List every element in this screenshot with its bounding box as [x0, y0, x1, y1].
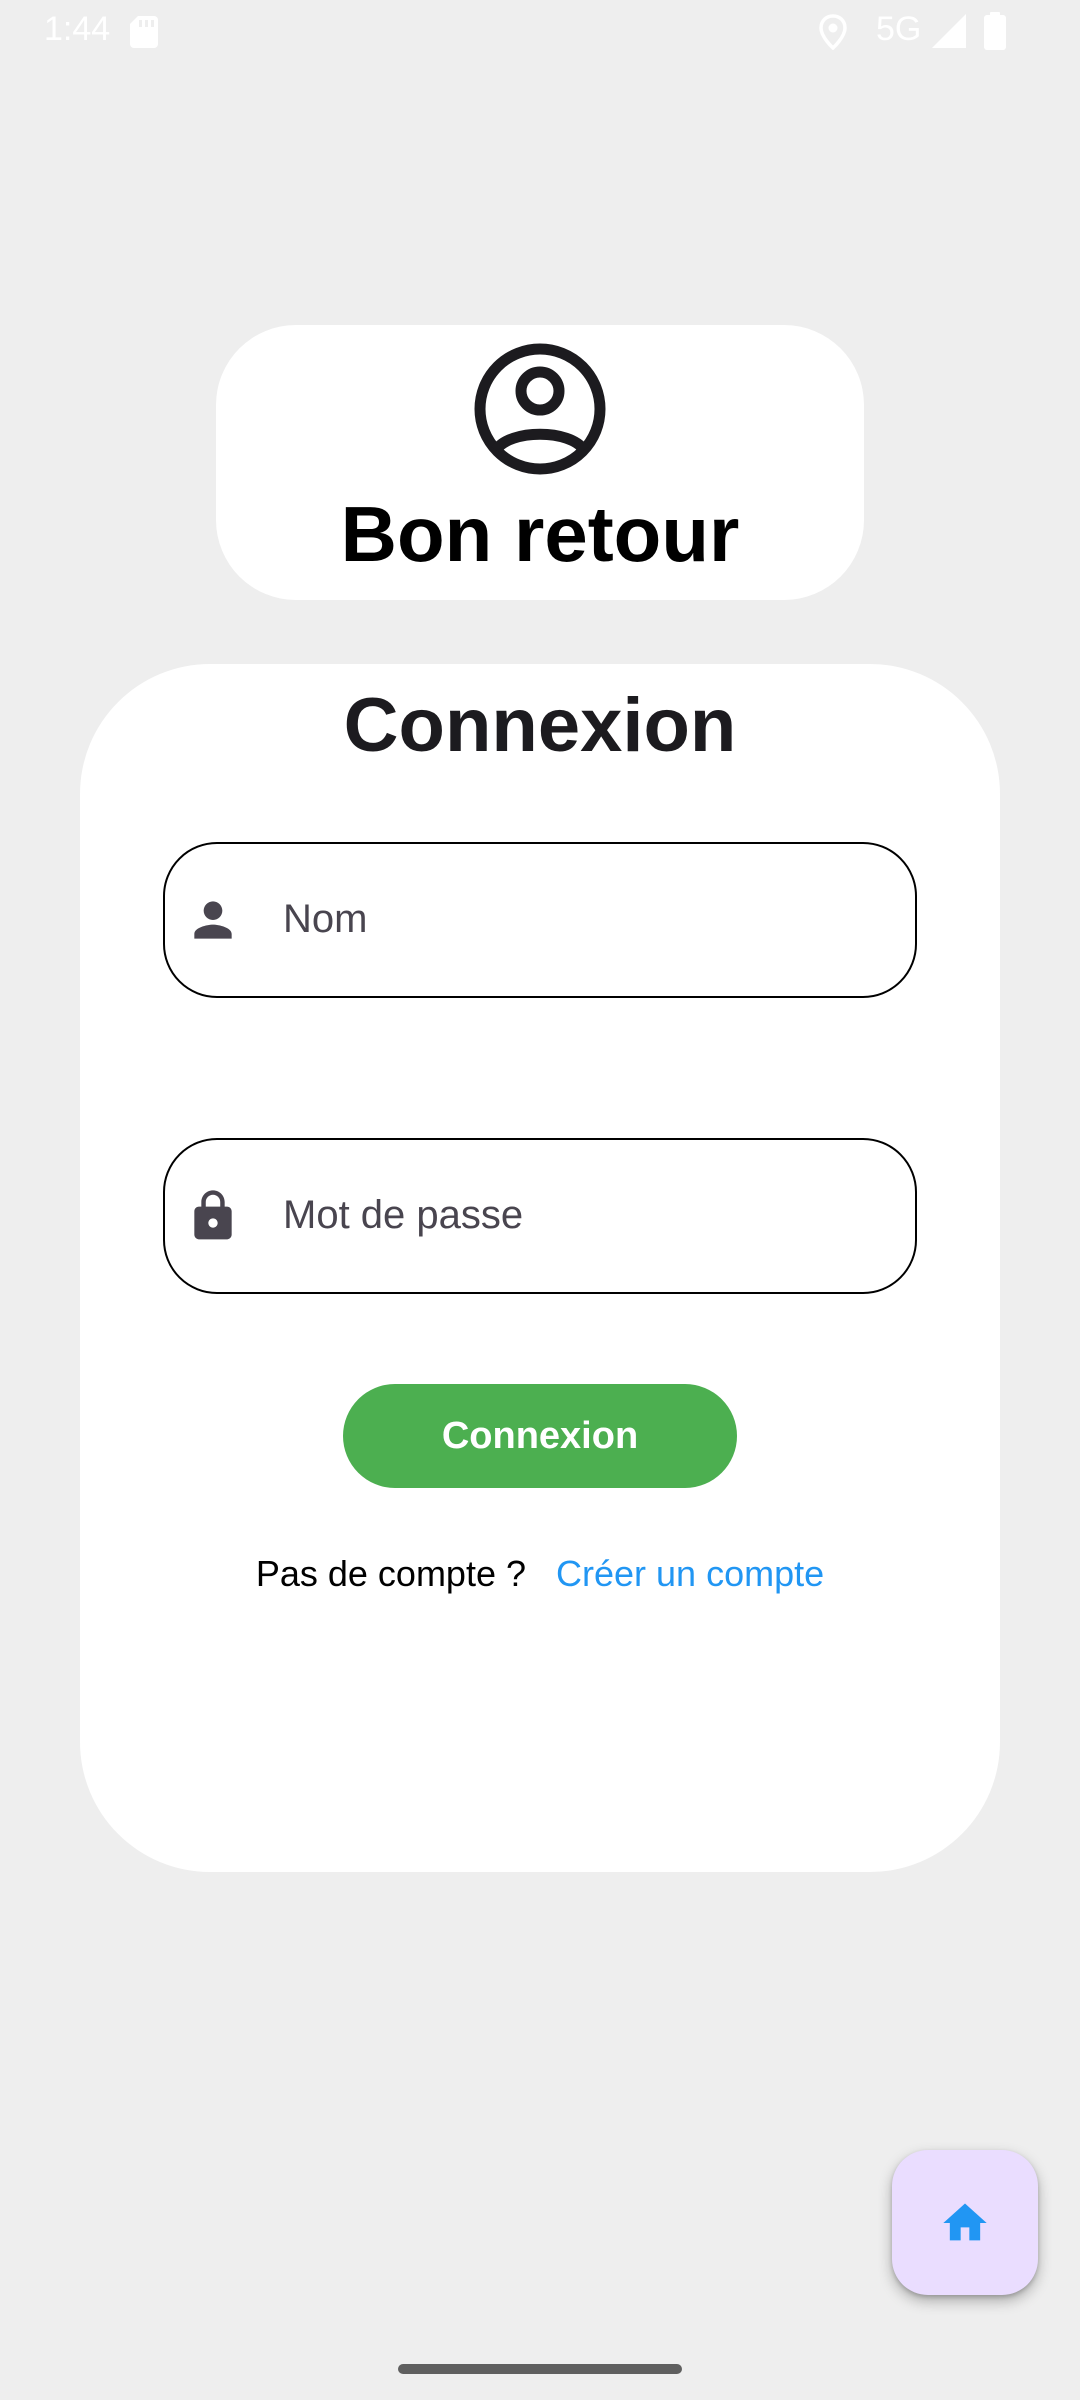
- account-circle-icon: [474, 343, 606, 475]
- login-button[interactable]: Connexion: [343, 1384, 737, 1488]
- password-field[interactable]: [163, 1138, 917, 1294]
- lock-icon: [194, 1190, 232, 1240]
- welcome-title: Bon retour: [340, 490, 740, 578]
- login-card: Connexion Connexion Pas de compte ? Créer…: [80, 664, 1000, 1872]
- gesture-navigation-bar[interactable]: [398, 2364, 682, 2374]
- name-input[interactable]: [283, 844, 893, 995]
- home-fab-button[interactable]: [892, 2150, 1038, 2295]
- login-screen: 1:44 5G Bon retour Connexion Nom Connexi…: [0, 0, 1080, 2400]
- battery-icon: [984, 12, 1006, 50]
- welcome-card: Bon retour: [216, 325, 864, 600]
- network-type: 5G: [876, 10, 922, 48]
- create-account-link[interactable]: Créer un compte: [556, 1553, 824, 1594]
- status-bar: 1:44 5G: [0, 0, 1080, 64]
- login-title: Connexion: [343, 683, 737, 768]
- password-input[interactable]: [283, 1140, 893, 1291]
- home-icon: [943, 2203, 987, 2241]
- signal-icon: [932, 14, 966, 48]
- status-time: 1:44: [44, 10, 111, 48]
- name-field[interactable]: [163, 842, 917, 998]
- person-icon: [194, 901, 232, 939]
- signup-row: Pas de compte ? Créer un compte: [80, 1550, 1000, 1598]
- no-account-text: Pas de compte ?: [255, 1553, 527, 1594]
- sd-card-icon: [130, 16, 158, 48]
- location-icon: [819, 14, 847, 50]
